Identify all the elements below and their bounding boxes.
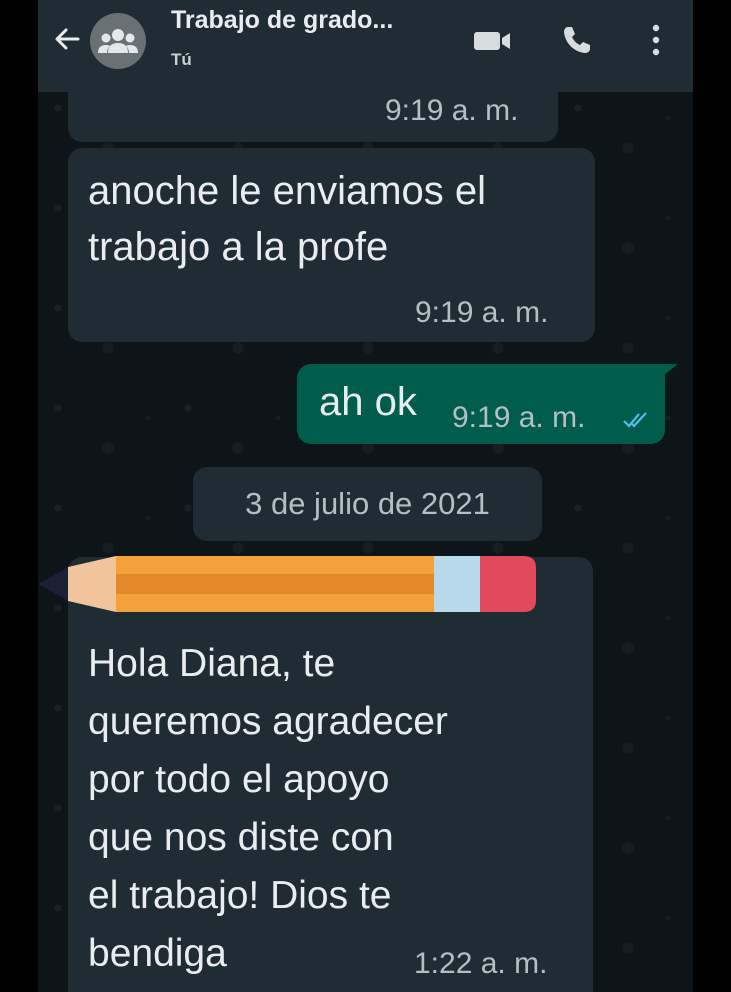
message-text: ah ok [319, 380, 417, 424]
back-arrow-icon[interactable] [52, 24, 82, 54]
group-avatar[interactable] [90, 13, 146, 69]
message-bubble-incoming[interactable]: Hola Diana, te queremos agradecer por to… [68, 557, 593, 992]
message-time: 1:22 a. m. [414, 947, 548, 980]
message-time: 9:19 a. m. [385, 94, 519, 127]
right-border [693, 0, 731, 992]
read-check-icon [623, 412, 647, 428]
phone-icon[interactable] [560, 23, 594, 57]
message-bubble-outgoing[interactable]: ah ok 9:19 a. m. [297, 364, 665, 444]
video-call-icon[interactable] [472, 28, 512, 54]
more-vertical-icon[interactable] [646, 20, 666, 60]
chat-screen: Trabajo de grado... Tú 9:19 a. m. anoche… [0, 0, 731, 992]
message-time: 9:19 a. m. [415, 296, 549, 329]
date-separator: 3 de julio de 2021 [193, 467, 542, 541]
group-avatar-icon [98, 29, 138, 53]
message-text: Hola Diana, te queremos agradecer por to… [88, 642, 448, 975]
chat-title[interactable]: Trabajo de grado... [171, 6, 393, 35]
pencil-emoji-icon [38, 556, 536, 612]
message-bubble-incoming[interactable]: anoche le enviamos el trabajo a la profe… [68, 148, 595, 342]
message-time: 9:19 a. m. [452, 401, 586, 434]
chat-header: Trabajo de grado... Tú [38, 0, 693, 92]
message-bubble-incoming[interactable]: 9:19 a. m. [68, 84, 558, 142]
chat-subtitle: Tú [171, 50, 192, 69]
left-border [0, 0, 38, 992]
date-separator-text: 3 de julio de 2021 [245, 486, 490, 521]
message-text: anoche le enviamos el trabajo a la profe [88, 169, 487, 269]
outgoing-bubble-tail [650, 364, 678, 386]
